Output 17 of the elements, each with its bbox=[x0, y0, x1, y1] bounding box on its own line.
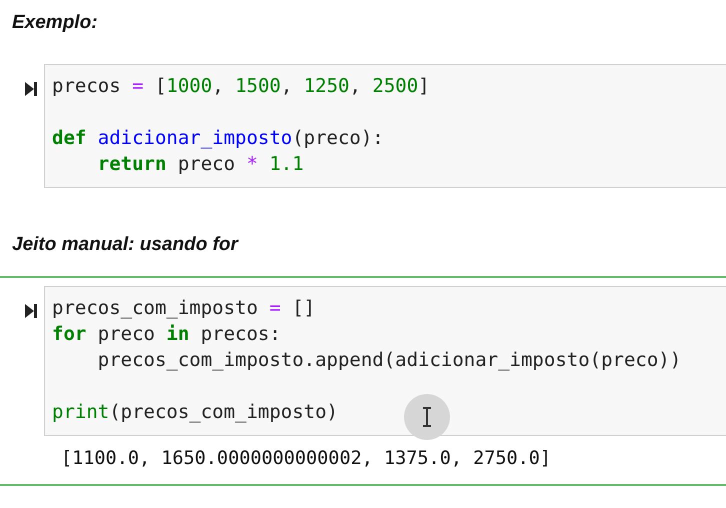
run-icon[interactable] bbox=[24, 80, 38, 98]
cell-output: [1100.0, 1650.0000000000002, 1375.0, 2750.0] bbox=[61, 447, 552, 471]
code-line: def adicionar_imposto(preco): bbox=[52, 126, 384, 151]
run-icon[interactable] bbox=[24, 302, 38, 320]
section-heading: Exemplo: bbox=[11, 12, 98, 34]
code-input-box[interactable]: precos_com_imposto = [] for preco in precos: precos_com_imposto.append(adicionar_imposto(preco)) print(precos_com_imposto) bbox=[44, 286, 726, 436]
code-line: precos_com_imposto = [] bbox=[52, 296, 316, 321]
section-heading: Jeito manual: usando for bbox=[11, 234, 238, 256]
code-line: precos = [1000, 1500, 1250, 2500] bbox=[52, 74, 430, 99]
notebook-cell[interactable]: precos_com_imposto = [] for preco in precos: precos_com_imposto.append(adicionar_imposto(preco)) print(precos_com_imposto) [1100.0, 1650.0000000000002, 1375.0, 2750.0] bbox=[0, 276, 726, 486]
text-cursor-icon bbox=[403, 393, 451, 441]
code-line: return preco * 1.1 bbox=[96, 152, 304, 177]
code-line: print(precos_com_imposto) bbox=[52, 400, 338, 425]
code-line: for preco in precos: bbox=[52, 322, 281, 347]
code-input-box[interactable]: precos = [1000, 1500, 1250, 2500] def adicionar_imposto(preco): return preco * 1.1 bbox=[44, 64, 726, 188]
notebook-cell[interactable]: precos = [1000, 1500, 1250, 2500] def adicionar_imposto(preco): return preco * 1.1 bbox=[0, 54, 726, 198]
code-line: precos_com_imposto.append(adicionar_imposto(preco)) bbox=[96, 348, 682, 373]
